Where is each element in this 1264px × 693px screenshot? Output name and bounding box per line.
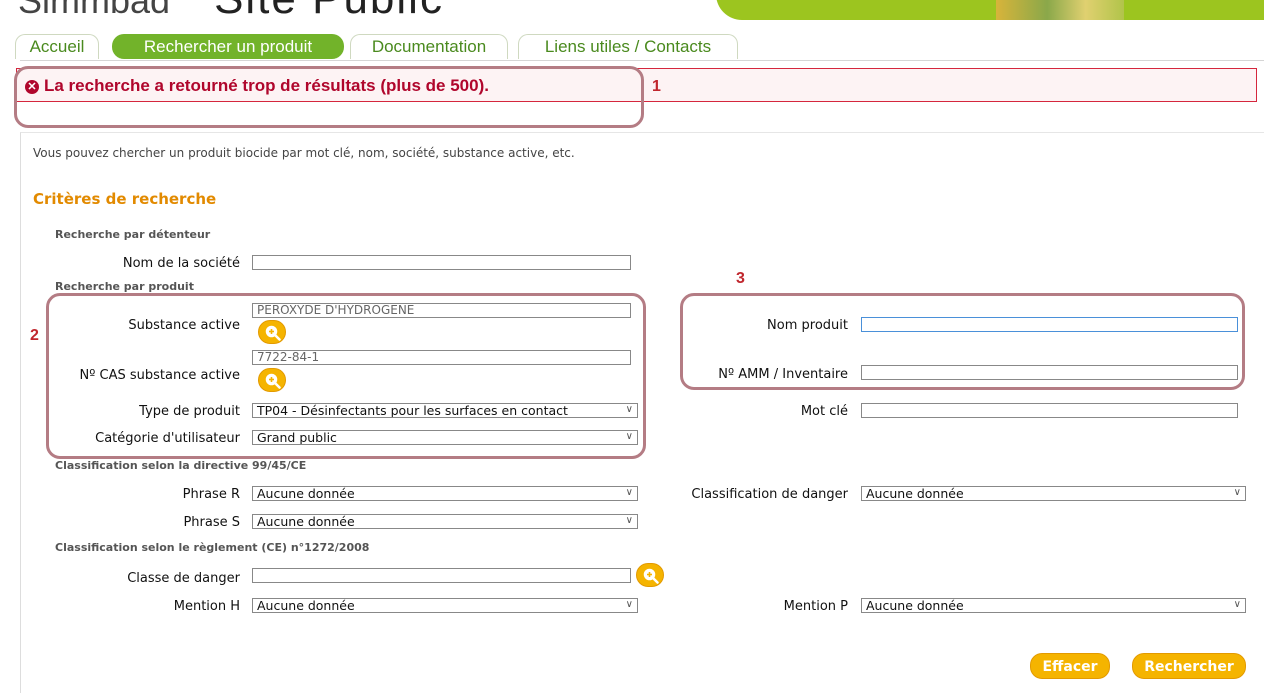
phrase-s-select[interactable]: Aucune donnée ∨ (252, 514, 638, 529)
mention-p-label: Mention P (783, 599, 848, 614)
criteria-title: Critères de recherche (33, 190, 217, 208)
chevron-down-icon: ∨ (625, 515, 633, 526)
tab-accueil[interactable]: Accueil (15, 34, 99, 59)
phrase-r-label: Phrase R (182, 487, 240, 502)
section-product: Recherche par produit (55, 280, 194, 293)
section-holder: Recherche par détenteur (55, 228, 211, 241)
mention-h-select-value: Aucune donnée (257, 598, 355, 613)
callout-box-3 (680, 293, 1245, 390)
tab-documentation[interactable]: Documentation (350, 34, 508, 59)
mention-h-label: Mention H (173, 599, 240, 614)
banner-image (996, 0, 1124, 20)
callout-box-1 (14, 66, 644, 128)
phrase-r-select[interactable]: Aucune donnée ∨ (252, 486, 638, 501)
chevron-down-icon: ∨ (1233, 599, 1241, 610)
company-input[interactable] (252, 255, 631, 270)
brand-right: Site Public (214, 0, 444, 23)
tabs-divider (20, 60, 1264, 61)
callout-box-2 (46, 293, 646, 459)
mention-p-select[interactable]: Aucune donnée ∨ (861, 598, 1246, 613)
section-regulation: Classification selon le règlement (CE) n… (55, 541, 370, 554)
tab-liens-utiles[interactable]: Liens utiles / Contacts (518, 34, 738, 59)
search-button[interactable]: Rechercher (1132, 653, 1246, 679)
callout-number-3: 3 (736, 270, 745, 287)
clear-button[interactable]: Effacer (1030, 653, 1110, 679)
mention-p-select-value: Aucune donnée (866, 598, 964, 613)
danger-class-select[interactable]: Aucune donnée ∨ (861, 486, 1246, 501)
chevron-down-icon: ∨ (1233, 487, 1241, 498)
danger-class-label: Classification de danger (691, 487, 848, 502)
keyword-label: Mot clé (800, 404, 848, 419)
hazard-class-input[interactable] (252, 568, 631, 583)
phrase-s-label: Phrase S (183, 515, 240, 530)
site-logo: Simmbad Site Public (18, 0, 444, 24)
section-directive: Classification selon la directive 99/45/… (55, 459, 307, 472)
company-label: Nom de la société (122, 256, 240, 271)
phrase-s-select-value: Aucune donnée (257, 514, 355, 529)
keyword-input[interactable] (861, 403, 1238, 418)
danger-class-select-value: Aucune donnée (866, 486, 964, 501)
hazard-class-lookup-button[interactable] (636, 563, 664, 587)
brand-left: Simmbad (18, 0, 171, 21)
mention-h-select[interactable]: Aucune donnée ∨ (252, 598, 638, 613)
chevron-down-icon: ∨ (625, 599, 633, 610)
phrase-r-select-value: Aucune donnée (257, 486, 355, 501)
chevron-down-icon: ∨ (625, 487, 633, 498)
magnifier-plus-icon (643, 568, 659, 584)
site-banner: Simmbad Site Public (0, 0, 1264, 30)
banner-decoration (716, 0, 1264, 20)
callout-number-1: 1 (652, 78, 661, 95)
tab-rechercher-produit[interactable]: Rechercher un produit (112, 34, 344, 59)
callout-number-2: 2 (30, 327, 39, 344)
intro-text: Vous pouvez chercher un produit biocide … (33, 146, 575, 160)
hazard-class-label: Classe de danger (127, 571, 240, 586)
